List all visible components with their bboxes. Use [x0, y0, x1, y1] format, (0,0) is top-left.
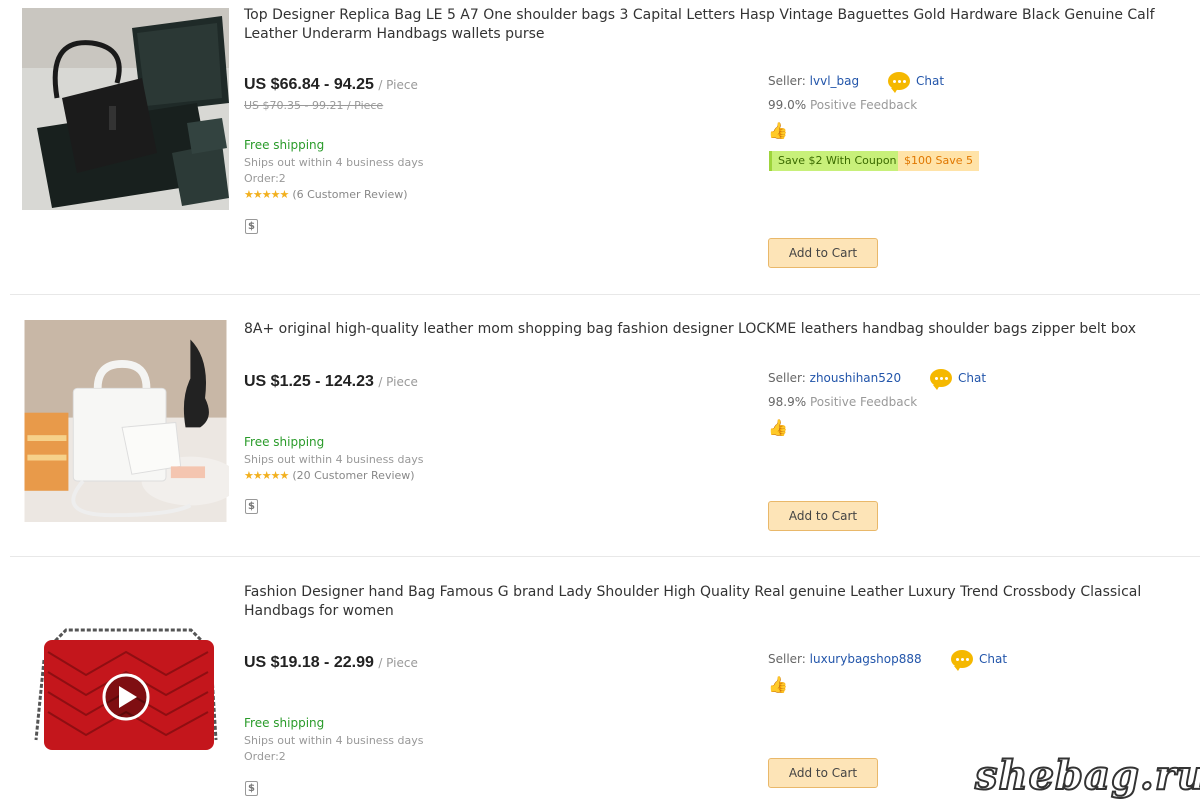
- thumbs-up-icon: 👍: [768, 418, 788, 437]
- chat-label: Chat: [916, 74, 945, 88]
- seller-link[interactable]: zhoushihan520: [810, 371, 902, 385]
- chat-label: Chat: [979, 652, 1008, 666]
- dollar-icon: $: [245, 219, 258, 234]
- product-title[interactable]: Fashion Designer hand Bag Famous G brand…: [244, 583, 1194, 621]
- discount-badge[interactable]: $100 Save 5: [898, 151, 979, 171]
- seller-label: Seller:: [768, 652, 806, 666]
- chat-bubble-icon: [930, 369, 952, 390]
- star-rating-icon: ★★★★★: [244, 188, 289, 201]
- seller-link[interactable]: lvvl_bag: [810, 74, 859, 88]
- free-shipping-label: Free shipping: [244, 716, 325, 730]
- product-photo: [26, 600, 226, 770]
- product-title[interactable]: Top Designer Replica Bag LE 5 A7 One sho…: [244, 6, 1194, 44]
- product-photo: [24, 320, 229, 522]
- coupon-badge[interactable]: Save $2 With Coupon: [769, 151, 906, 171]
- ships-out-text: Ships out within 4 business days: [244, 453, 424, 466]
- feedback-label: Positive Feedback: [809, 98, 918, 112]
- review-count: (20 Customer Review): [292, 469, 415, 482]
- add-to-cart-button[interactable]: Add to Cart: [768, 758, 878, 788]
- product-photo: [22, 8, 229, 210]
- seller-label: Seller:: [768, 74, 806, 88]
- chat-button[interactable]: Chat: [930, 369, 987, 390]
- dollar-icon: $: [245, 499, 258, 514]
- positive-feedback: 98.9% Positive Feedback: [768, 395, 917, 409]
- feedback-label: Positive Feedback: [809, 395, 918, 409]
- price-unit: / Piece: [378, 375, 418, 389]
- product-title[interactable]: 8A+ original high-quality leather mom sh…: [244, 320, 1194, 339]
- thumbs-up-icon: 👍: [768, 121, 788, 140]
- seller-info: Seller: lvvl_bag: [768, 74, 859, 88]
- seller-link[interactable]: luxurybagshop888: [810, 652, 922, 666]
- seller-info: Seller: luxurybagshop888: [768, 652, 922, 666]
- positive-feedback: 99.0% Positive Feedback: [768, 98, 917, 112]
- review-count: (6 Customer Review): [292, 188, 408, 201]
- seller-info: Seller: zhoushihan520: [768, 371, 901, 385]
- chat-label: Chat: [958, 371, 987, 385]
- dollar-icon: $: [245, 781, 258, 796]
- chat-button[interactable]: Chat: [951, 650, 1008, 671]
- chat-bubble-icon: [888, 72, 910, 93]
- thumbs-up-icon: 👍: [768, 675, 788, 694]
- add-to-cart-button[interactable]: Add to Cart: [768, 238, 878, 268]
- free-shipping-label: Free shipping: [244, 435, 325, 449]
- free-shipping-label: Free shipping: [244, 138, 325, 152]
- order-count: Order:2: [244, 172, 286, 185]
- order-count: Order:2: [244, 750, 286, 763]
- product-image-white-bag[interactable]: [22, 320, 229, 522]
- rating[interactable]: ★★★★★ (20 Customer Review): [244, 469, 415, 482]
- price-range: US $66.84 - 94.25 / Piece: [244, 76, 418, 94]
- price-value: US $1.25 - 124.23: [244, 373, 374, 390]
- feedback-value: 98.9%: [768, 395, 807, 409]
- feedback-value: 99.0%: [768, 98, 807, 112]
- price-range: US $19.18 - 22.99 / Piece: [244, 654, 418, 672]
- watermark-logo: shebag.ru: [974, 751, 1200, 800]
- divider: [10, 294, 1200, 295]
- original-price: US $70.35 - 99.21 / Piece: [244, 99, 384, 112]
- price-value: US $19.18 - 22.99: [244, 654, 374, 671]
- product-image-red-bag[interactable]: [26, 600, 226, 770]
- price-unit: / Piece: [378, 656, 418, 670]
- price-range: US $1.25 - 124.23 / Piece: [244, 373, 418, 391]
- price-unit: / Piece: [378, 78, 418, 92]
- divider: [10, 556, 1200, 557]
- seller-label: Seller:: [768, 371, 806, 385]
- ships-out-text: Ships out within 4 business days: [244, 734, 424, 747]
- product-image-black-bag[interactable]: [22, 8, 229, 210]
- star-rating-icon: ★★★★★: [244, 469, 289, 482]
- chat-bubble-icon: [951, 650, 973, 671]
- add-to-cart-button[interactable]: Add to Cart: [768, 501, 878, 531]
- price-value: US $66.84 - 94.25: [244, 76, 374, 93]
- rating[interactable]: ★★★★★ (6 Customer Review): [244, 188, 408, 201]
- ships-out-text: Ships out within 4 business days: [244, 156, 424, 169]
- chat-button[interactable]: Chat: [888, 72, 945, 93]
